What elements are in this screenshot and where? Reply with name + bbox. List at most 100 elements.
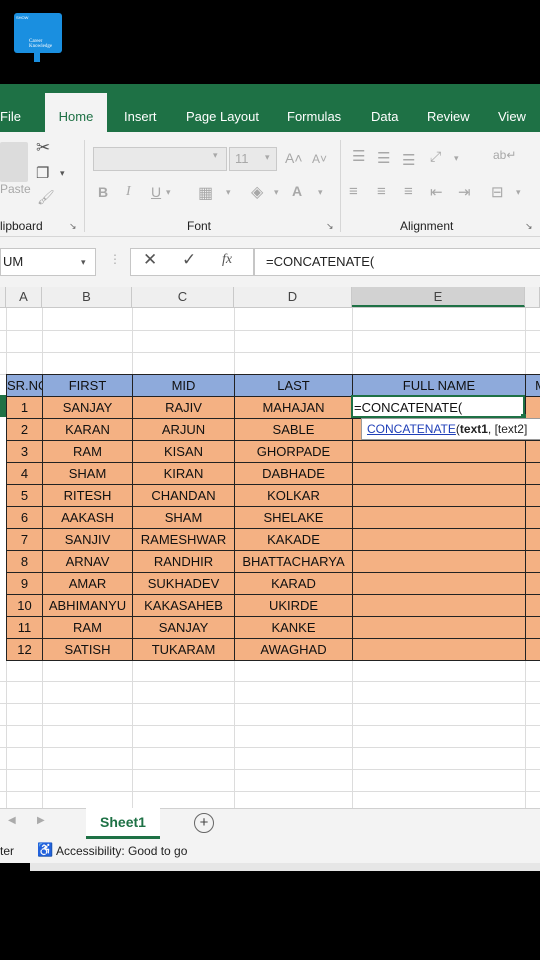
table-cell[interactable]: KARAD bbox=[234, 572, 353, 595]
table-cell[interactable] bbox=[525, 484, 540, 507]
full-name-cell[interactable] bbox=[352, 594, 526, 617]
table-cell[interactable]: SUKHADEV bbox=[132, 572, 235, 595]
table-cell[interactable]: 3 bbox=[6, 440, 43, 463]
table-header-cell[interactable]: M bbox=[525, 374, 540, 397]
table-cell[interactable] bbox=[525, 396, 540, 419]
column-header-e[interactable]: E bbox=[352, 287, 525, 307]
paste-label[interactable]: Paste bbox=[0, 182, 31, 196]
orientation-chevron-icon[interactable]: ▾ bbox=[454, 153, 459, 164]
table-cell[interactable]: SABLE bbox=[234, 418, 353, 441]
table-cell[interactable]: ARNAV bbox=[42, 550, 133, 573]
alignment-launcher-icon[interactable]: ↘ bbox=[525, 221, 533, 232]
table-cell[interactable]: DABHADE bbox=[234, 462, 353, 485]
table-cell[interactable] bbox=[525, 594, 540, 617]
table-cell[interactable]: AAKASH bbox=[42, 506, 133, 529]
tab-formulas[interactable]: Formulas bbox=[287, 88, 341, 132]
underline-button[interactable]: U bbox=[151, 184, 161, 200]
table-cell[interactable]: KIRAN bbox=[132, 462, 235, 485]
table-header-cell[interactable]: FIRST bbox=[42, 374, 133, 397]
top-align-icon[interactable]: ☰ bbox=[352, 147, 365, 165]
name-box-chevron-icon[interactable]: ▾ bbox=[81, 249, 86, 275]
full-name-cell[interactable] bbox=[352, 462, 526, 485]
table-cell[interactable]: 11 bbox=[6, 616, 43, 639]
table-header-cell[interactable]: FULL NAME bbox=[352, 374, 526, 397]
decrease-font-icon[interactable]: A˅ bbox=[312, 152, 327, 166]
table-cell[interactable] bbox=[525, 440, 540, 463]
tab-page-layout[interactable]: Page Layout bbox=[186, 88, 259, 132]
tab-review[interactable]: Review bbox=[427, 88, 470, 132]
tab-home[interactable]: Home bbox=[45, 93, 107, 132]
underline-chevron-icon[interactable]: ▾ bbox=[166, 187, 171, 198]
table-cell[interactable]: MAHAJAN bbox=[234, 396, 353, 419]
full-name-cell[interactable] bbox=[352, 616, 526, 639]
table-cell[interactable]: ABHIMANYU bbox=[42, 594, 133, 617]
table-cell[interactable]: UKIRDE bbox=[234, 594, 353, 617]
orientation-icon[interactable]: ⤢ bbox=[430, 148, 441, 165]
full-name-cell[interactable] bbox=[352, 506, 526, 529]
table-cell[interactable]: 1 bbox=[6, 396, 43, 419]
table-cell[interactable]: SANJIV bbox=[42, 528, 133, 551]
table-cell[interactable] bbox=[525, 462, 540, 485]
tab-data[interactable]: Data bbox=[371, 88, 398, 132]
table-header-cell[interactable]: MID bbox=[132, 374, 235, 397]
table-cell[interactable] bbox=[525, 638, 540, 661]
borders-chevron-icon[interactable]: ▾ bbox=[226, 187, 231, 198]
full-name-cell[interactable]: =CONCATENATE( bbox=[352, 396, 526, 419]
format-painter-icon[interactable]: 🖌 bbox=[37, 189, 55, 206]
table-cell[interactable]: BHATTACHARYA bbox=[234, 550, 353, 573]
full-name-cell[interactable] bbox=[352, 484, 526, 507]
table-cell[interactable]: RAM bbox=[42, 616, 133, 639]
full-name-cell[interactable] bbox=[352, 528, 526, 551]
table-header-cell[interactable]: SR.NO bbox=[6, 374, 43, 397]
table-cell[interactable]: RITESH bbox=[42, 484, 133, 507]
table-cell[interactable]: TUKARAM bbox=[132, 638, 235, 661]
sheet-tab-sheet1[interactable]: Sheet1 bbox=[86, 808, 160, 839]
scroll-left-icon[interactable]: ◀ bbox=[8, 815, 16, 826]
table-cell[interactable]: 6 bbox=[6, 506, 43, 529]
column-header-f[interactable] bbox=[525, 287, 540, 307]
table-cell[interactable]: AMAR bbox=[42, 572, 133, 595]
tab-file[interactable]: File bbox=[0, 88, 21, 132]
table-cell[interactable]: ARJUN bbox=[132, 418, 235, 441]
table-cell[interactable] bbox=[525, 506, 540, 529]
column-header-b[interactable]: B bbox=[42, 287, 132, 307]
table-cell[interactable] bbox=[525, 616, 540, 639]
accessibility-status[interactable]: Accessibility: Good to go bbox=[56, 844, 187, 858]
copy-icon[interactable]: ❐ bbox=[36, 164, 49, 182]
align-center-icon[interactable]: ≡ bbox=[377, 183, 386, 200]
table-cell[interactable]: SANJAY bbox=[42, 396, 133, 419]
tab-view[interactable]: View bbox=[498, 88, 526, 132]
table-cell[interactable]: GHORPADE bbox=[234, 440, 353, 463]
table-cell[interactable]: RAJIV bbox=[132, 396, 235, 419]
decrease-indent-icon[interactable]: ⇤ bbox=[430, 183, 443, 201]
column-header-d[interactable]: D bbox=[234, 287, 352, 307]
font-color-chevron-icon[interactable]: ▾ bbox=[318, 187, 323, 198]
middle-align-icon[interactable]: ☰ bbox=[377, 149, 390, 167]
align-left-icon[interactable]: ≡ bbox=[349, 183, 358, 200]
table-cell[interactable]: SHELAKE bbox=[234, 506, 353, 529]
table-header-cell[interactable]: LAST bbox=[234, 374, 353, 397]
table-cell[interactable]: KANKE bbox=[234, 616, 353, 639]
column-header-a[interactable]: A bbox=[6, 287, 42, 307]
table-cell[interactable]: 5 bbox=[6, 484, 43, 507]
table-cell[interactable]: RANDHIR bbox=[132, 550, 235, 573]
tab-insert[interactable]: Insert bbox=[124, 88, 157, 132]
table-cell[interactable]: RAMESHWAR bbox=[132, 528, 235, 551]
table-cell[interactable] bbox=[525, 550, 540, 573]
full-name-cell[interactable] bbox=[352, 572, 526, 595]
table-cell[interactable]: KAKADE bbox=[234, 528, 353, 551]
scroll-right-icon[interactable]: ▶ bbox=[37, 815, 45, 826]
font-size-select[interactable]: 11 ▾ bbox=[229, 147, 277, 171]
fill-chevron-icon[interactable]: ▾ bbox=[274, 187, 279, 198]
table-cell[interactable]: CHANDAN bbox=[132, 484, 235, 507]
font-name-select[interactable] bbox=[93, 147, 227, 171]
table-cell[interactable]: SATISH bbox=[42, 638, 133, 661]
table-cell[interactable]: SHAM bbox=[132, 506, 235, 529]
cancel-button[interactable]: ✕ bbox=[143, 250, 157, 270]
formula-input[interactable]: =CONCATENATE( bbox=[254, 248, 540, 276]
increase-font-icon[interactable]: A˄ bbox=[285, 150, 303, 166]
borders-icon[interactable]: ▦ bbox=[198, 183, 213, 203]
table-cell[interactable]: KOLKAR bbox=[234, 484, 353, 507]
font-color-icon[interactable]: A bbox=[292, 183, 302, 199]
increase-indent-icon[interactable]: ⇥ bbox=[458, 183, 471, 201]
